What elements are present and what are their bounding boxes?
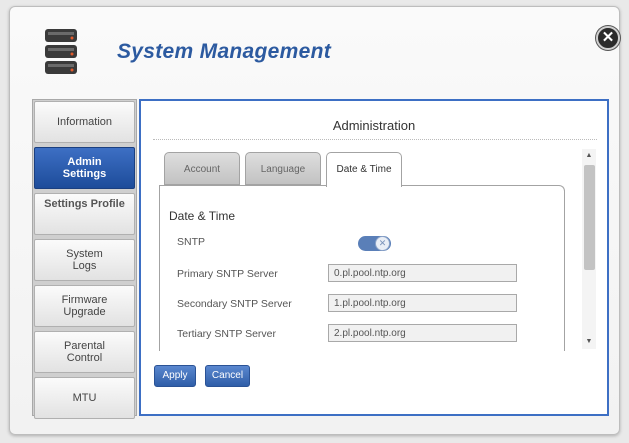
close-icon[interactable]: ✕ — [596, 26, 620, 50]
tab-label: Date & Time — [336, 164, 392, 175]
section-title: Administration — [332, 118, 416, 133]
app-title: System Management — [117, 40, 332, 63]
sidebar-item-parental-control[interactable]: Parental Control — [34, 331, 135, 373]
cancel-button[interactable]: Cancel — [205, 365, 250, 387]
sidebar-item-label: Firmware Upgrade — [61, 294, 108, 318]
scroll-thumb[interactable] — [584, 165, 595, 270]
sidebar-item-label: Admin Settings — [62, 156, 107, 180]
sidebar-item-label: Information — [56, 116, 113, 128]
sidebar-item-system-logs[interactable]: System Logs — [34, 239, 135, 281]
tertiary-sntp-label: Tertiary SNTP Server — [177, 328, 276, 340]
primary-sntp-label: Primary SNTP Server — [177, 268, 278, 280]
sntp-toggle[interactable]: ✕ — [358, 236, 391, 251]
panel-heading: Date & Time — [169, 209, 236, 223]
tertiary-sntp-input[interactable] — [328, 324, 517, 342]
tab-account[interactable]: Account — [164, 152, 240, 185]
sidebar-item-admin-settings[interactable]: Admin Settings — [34, 147, 135, 189]
database-icon — [45, 29, 77, 74]
sidebar-item-information[interactable]: Information — [34, 101, 135, 143]
apply-button[interactable]: Apply — [154, 365, 196, 387]
sidebar: Information Admin Settings Settings Prof… — [32, 99, 137, 419]
sidebar-item-settings-profile[interactable]: Settings Profile — [34, 193, 135, 235]
sidebar-item-label: MTU — [72, 392, 97, 404]
scroll-up-icon[interactable]: ▲ — [582, 149, 596, 163]
sidebar-item-firmware-upgrade[interactable]: Firmware Upgrade — [34, 285, 135, 327]
sntp-label: SNTP — [177, 236, 206, 248]
toggle-knob-icon: ✕ — [375, 236, 390, 251]
sidebar-item-label: Settings Profile — [44, 198, 125, 210]
date-time-panel: Date & Time SNTP ✕ Primary SNTP Server S… — [159, 185, 565, 351]
sidebar-item-label: Parental Control — [64, 340, 105, 364]
sidebar-item-mtu[interactable]: MTU — [34, 377, 135, 419]
secondary-sntp-label: Secondary SNTP Server — [177, 298, 292, 310]
primary-sntp-input[interactable] — [328, 264, 517, 282]
tab-language[interactable]: Language — [245, 152, 321, 185]
secondary-sntp-input[interactable] — [328, 294, 517, 312]
tab-label: Language — [260, 164, 306, 175]
sidebar-item-label: System Logs — [66, 248, 103, 272]
tab-date-time[interactable]: Date & Time — [326, 152, 402, 187]
title-divider — [153, 139, 597, 140]
scroll-down-icon[interactable]: ▼ — [582, 335, 596, 349]
tab-label: Account — [183, 164, 221, 175]
scrollbar[interactable]: ▲ ▼ — [582, 149, 596, 349]
main-panel: Administration Account Language Date & T… — [139, 99, 609, 416]
